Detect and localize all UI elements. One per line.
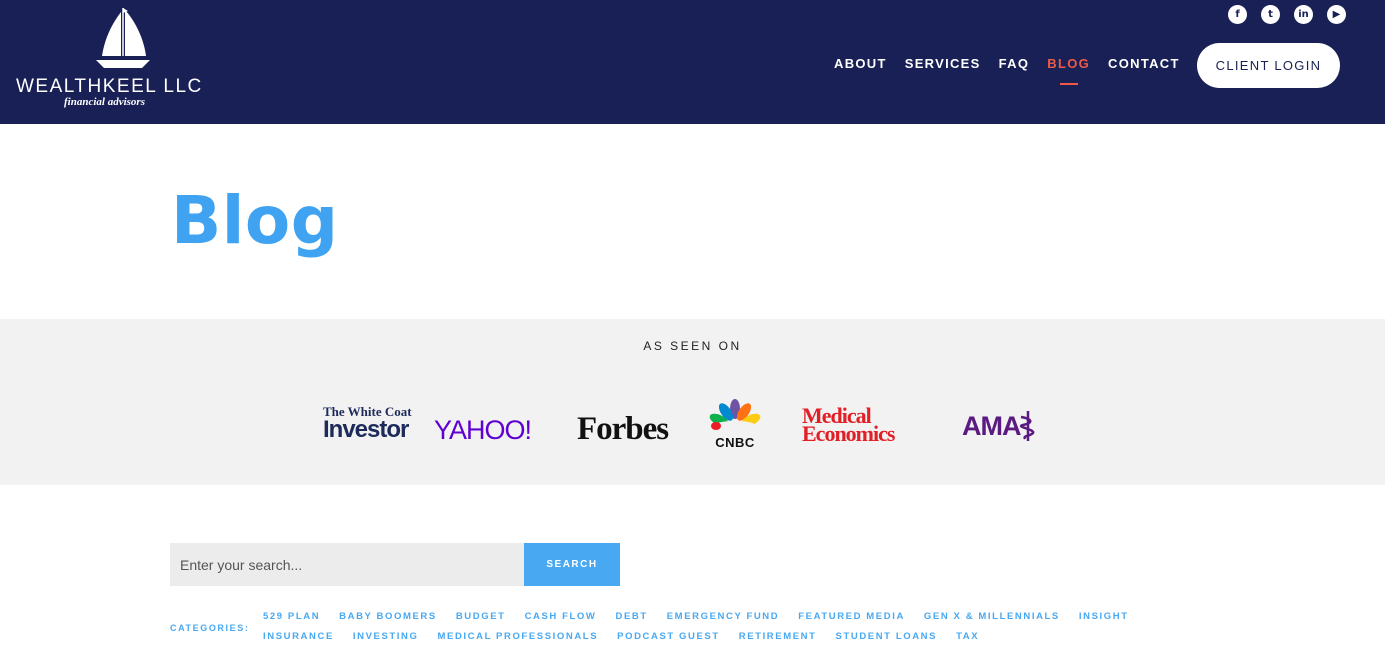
category-link[interactable]: BUDGET	[456, 611, 506, 622]
category-link[interactable]: INSURANCE	[263, 631, 334, 642]
yahoo-logo: YAHOO!	[434, 415, 532, 445]
category-link[interactable]: FEATURED MEDIA	[798, 611, 905, 622]
sailboat-icon	[96, 8, 150, 68]
category-link[interactable]: DEBT	[615, 611, 647, 622]
search-button[interactable]: SEARCH	[524, 543, 620, 586]
category-link[interactable]: INVESTING	[353, 631, 419, 642]
ama-logo: AMA	[962, 409, 1039, 443]
search-input[interactable]	[170, 543, 524, 586]
social-links: f t in ▶	[1228, 5, 1346, 24]
category-link[interactable]: PODCAST GUEST	[617, 631, 720, 642]
page-title: Blog	[171, 182, 339, 259]
youtube-icon[interactable]: ▶	[1327, 5, 1346, 24]
main-nav: ABOUT SERVICES FAQ BLOG CONTACT	[834, 56, 1180, 85]
as-seen-on-label: AS SEEN ON	[643, 339, 742, 353]
category-link[interactable]: INSIGHT	[1079, 611, 1129, 622]
category-link[interactable]: TAX	[956, 631, 979, 642]
twitter-icon[interactable]: t	[1261, 5, 1280, 24]
forbes-logo: Forbes	[577, 411, 669, 447]
nav-services[interactable]: SERVICES	[905, 56, 981, 71]
cnbc-logo: CNBC	[707, 399, 763, 449]
as-seen-on-section: AS SEEN ON The White Coat Investor YAHOO…	[0, 319, 1385, 485]
category-link[interactable]: CASH FLOW	[525, 611, 597, 622]
category-link[interactable]: RETIREMENT	[739, 631, 817, 642]
nav-about[interactable]: ABOUT	[834, 56, 887, 71]
category-link[interactable]: GEN X & MILLENNIALS	[924, 611, 1060, 622]
cnbc-text: CNBC	[715, 435, 755, 450]
nav-contact[interactable]: CONTACT	[1108, 56, 1180, 71]
wci-big-text: Investor	[323, 416, 409, 443]
peacock-icon	[709, 399, 761, 430]
categories-row-1: 529 PLAN BABY BOOMERS BUDGET CASH FLOW D…	[263, 611, 1148, 622]
brand-tagline: financial advisors	[64, 96, 145, 108]
site-header: WEALTHKEEL LLC financial advisors f t in…	[0, 0, 1385, 124]
medical-economics-logo: Medical Economics	[802, 405, 895, 446]
category-link[interactable]: STUDENT LOANS	[836, 631, 938, 642]
ama-text: AMA	[962, 410, 1021, 441]
category-link[interactable]: MEDICAL PROFESSIONALS	[438, 631, 599, 642]
brand-name: WEALTHKEEL LLC	[16, 76, 203, 97]
linkedin-icon[interactable]: in	[1294, 5, 1313, 24]
category-link[interactable]: BABY BOOMERS	[339, 611, 437, 622]
nav-faq[interactable]: FAQ	[999, 56, 1030, 71]
white-coat-investor-logo: The White Coat Investor	[323, 405, 412, 442]
client-login-button[interactable]: CLIENT LOGIN	[1197, 43, 1340, 88]
nav-blog[interactable]: BLOG	[1047, 56, 1090, 85]
category-link[interactable]: EMERGENCY FUND	[667, 611, 779, 622]
categories-row-2: INSURANCE INVESTING MEDICAL PROFESSIONAL…	[263, 631, 998, 642]
category-link[interactable]: 529 PLAN	[263, 611, 320, 622]
facebook-icon[interactable]: f	[1228, 5, 1247, 24]
brand-logo[interactable]: WEALTHKEEL LLC financial advisors	[16, 6, 216, 114]
categories-label: CATEGORIES:	[170, 623, 250, 633]
caduceus-icon	[1019, 411, 1034, 441]
economics-text: Economics	[802, 421, 895, 446]
